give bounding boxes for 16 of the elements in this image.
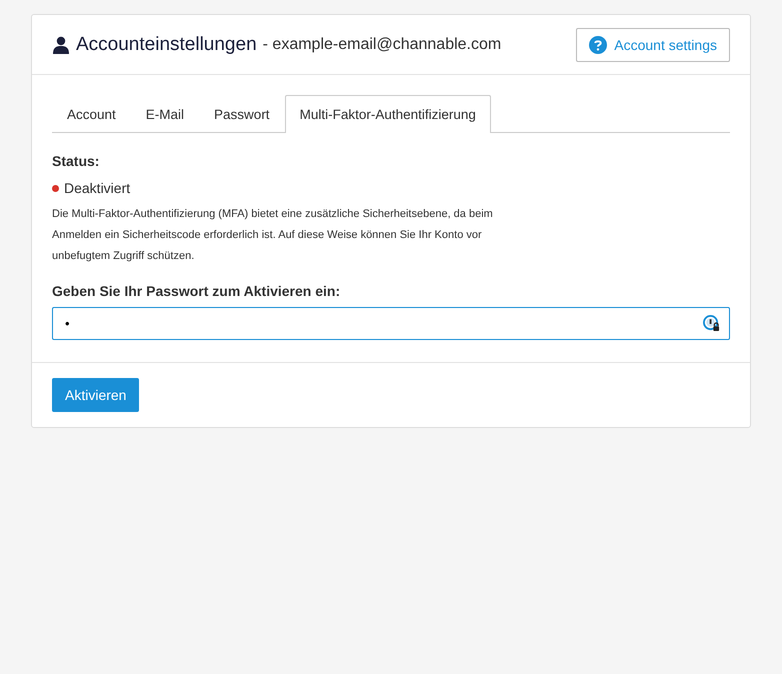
password-label: Geben Sie Ihr Passwort zum Aktivieren ein: bbox=[52, 283, 342, 299]
tab[interactable]: Multi-Faktor-Authentifizierung bbox=[284, 95, 491, 133]
description: Die Multi-Faktor-Authentifizierung (MFA) bietet eine zusätzliche Sicherheitsebene, da beim Anmelden ein Sicherheitscode erforderlich ist. Auf diese Weise können Sie Ihr Konto vor unbefugtem Zugriff schützen. bbox=[52, 207, 494, 264]
tab[interactable]: Account bbox=[52, 95, 131, 133]
user-icon bbox=[52, 36, 70, 54]
activate-button[interactable]: Aktivieren bbox=[52, 378, 140, 412]
tab[interactable]: E-Mail bbox=[130, 95, 200, 133]
status-label: Status: bbox=[52, 153, 100, 169]
password-field[interactable]: • bbox=[52, 307, 730, 340]
status-text: Deaktiviert bbox=[64, 180, 130, 196]
page-title: Accounteinstellungen bbox=[76, 34, 257, 56]
tab[interactable]: Passwort bbox=[199, 95, 285, 133]
account-email: - example-email@channable.com bbox=[262, 36, 502, 54]
password-manager-icon[interactable] bbox=[703, 315, 720, 332]
help-button[interactable]: Account settings bbox=[576, 28, 730, 62]
help-icon bbox=[589, 36, 608, 54]
